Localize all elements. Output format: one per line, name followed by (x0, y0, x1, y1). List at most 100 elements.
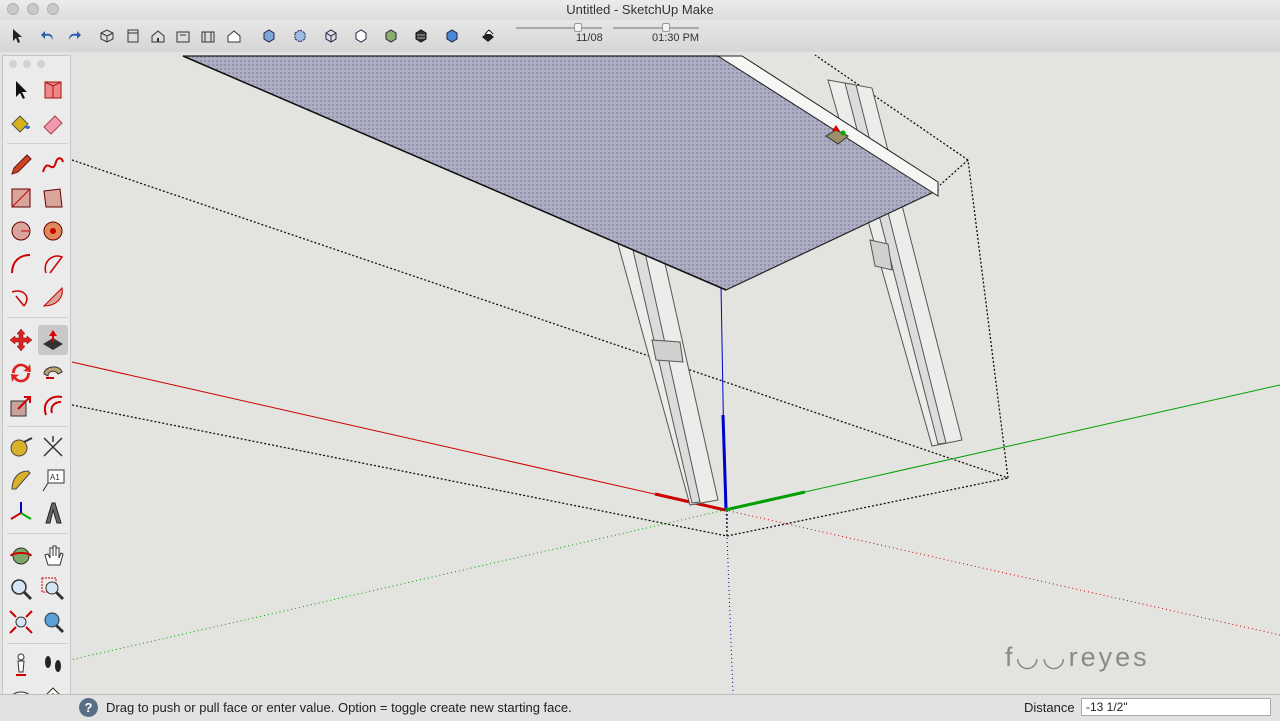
tape-measure-icon (10, 437, 33, 457)
zoom-window-tool-button[interactable] (38, 574, 68, 604)
scene-canvas[interactable] (0, 52, 1280, 694)
circle-tool-button[interactable] (6, 216, 36, 246)
time-slider-label: 01:30 PM (652, 32, 700, 44)
help-icon[interactable]: ? (79, 698, 98, 717)
footprints-icon (45, 656, 61, 672)
shaded-textures-button[interactable] (410, 25, 432, 47)
rotate-tool-button[interactable] (6, 358, 36, 388)
date-slider-track[interactable] (516, 27, 602, 29)
palette-minimize-dot[interactable] (23, 60, 31, 68)
text-tool-button[interactable]: A1 (38, 465, 68, 495)
eraser-tool-icon (43, 115, 63, 135)
time-slider-track[interactable] (613, 27, 699, 29)
monochrome-button[interactable] (441, 25, 463, 47)
three-point-arc-tool-button[interactable] (6, 282, 36, 312)
move-tool-button[interactable] (6, 325, 36, 355)
3d-text-icon (45, 502, 62, 524)
make-component-tool-button[interactable] (38, 75, 68, 105)
title-bar: Untitled - SketchUp Make (0, 0, 1280, 20)
measurements-input[interactable] (1081, 698, 1271, 716)
back-edges-button[interactable] (289, 25, 311, 47)
left-view-button[interactable] (223, 25, 245, 47)
time-slider-knob[interactable] (662, 23, 671, 32)
two-point-arc-tool-button[interactable] (38, 249, 68, 279)
window-title: Untitled - SketchUp Make (566, 2, 714, 17)
orbit-icon (10, 547, 32, 565)
back-view-button[interactable] (197, 25, 219, 47)
shaded-textures-icon (415, 29, 427, 43)
eraser-tool-button[interactable] (38, 108, 68, 138)
protractor-icon (11, 470, 31, 490)
right-view-icon (176, 31, 190, 43)
polygon-tool-button[interactable] (38, 216, 68, 246)
previous-view-tool-button[interactable] (38, 607, 68, 637)
tape-measure-tool-button[interactable] (6, 432, 36, 462)
dimension-tool-button[interactable] (38, 432, 68, 462)
pencil-icon (11, 154, 32, 175)
arc-tool-button[interactable] (6, 249, 36, 279)
wireframe-button[interactable] (320, 25, 342, 47)
select-icon (13, 29, 22, 43)
back-view-icon (201, 31, 215, 43)
front-view-button[interactable] (147, 25, 169, 47)
left-view-icon (227, 30, 241, 43)
zoom-icon (11, 579, 33, 601)
push-pull-tool-button[interactable] (38, 325, 68, 355)
freehand-icon (42, 157, 64, 173)
shaded-button[interactable] (380, 25, 402, 47)
redo-button[interactable] (63, 25, 85, 47)
rectangle-tool-button[interactable] (6, 183, 36, 213)
rotated-rectangle-tool-button[interactable] (38, 183, 68, 213)
iso-view-button[interactable] (96, 25, 118, 47)
make-component-tool-icon (44, 81, 62, 99)
front-view-icon (151, 30, 165, 43)
undo-icon (41, 31, 53, 40)
axes-icon (10, 502, 32, 520)
rotate-icon (11, 363, 32, 383)
select-tool-button[interactable] (6, 75, 36, 105)
follow-me-icon (43, 366, 63, 379)
orbit-tool-button[interactable] (6, 541, 36, 571)
pan-tool-button[interactable] (38, 541, 68, 571)
text-icon: A1 (42, 469, 65, 492)
wireframe-icon (325, 29, 337, 43)
select-button[interactable] (6, 25, 28, 47)
pencil-line-tool-button[interactable] (6, 150, 36, 180)
3d-text-tool-button[interactable] (38, 498, 68, 528)
watermark-logo: f◡◡reyes (1005, 642, 1150, 672)
status-message: Drag to push or pull face or enter value… (106, 700, 572, 715)
main-toolbar: 11/08 01:30 PM (0, 20, 1280, 53)
scale-tool-button[interactable] (6, 391, 36, 421)
top-view-button[interactable] (122, 25, 144, 47)
hidden-line-button[interactable] (350, 25, 372, 47)
right-view-button[interactable] (172, 25, 194, 47)
axes-tool-button[interactable] (6, 498, 36, 528)
position-camera-tool-button[interactable] (6, 650, 36, 680)
follow-me-tool-button[interactable] (38, 358, 68, 388)
xray-button[interactable] (258, 25, 280, 47)
paint-bucket-tool-button[interactable] (6, 108, 36, 138)
circle-icon (11, 221, 31, 241)
shadows-button[interactable] (477, 25, 499, 47)
scale-icon (10, 396, 31, 417)
three-point-arc-icon (11, 290, 28, 307)
zoom-tool-button[interactable] (6, 574, 36, 604)
palette-separator (7, 426, 68, 427)
model-viewport[interactable] (0, 52, 1280, 694)
offset-tool-button[interactable] (38, 391, 68, 421)
undo-button[interactable] (37, 25, 59, 47)
pie-tool-button[interactable] (38, 282, 68, 312)
walk-tool-button[interactable] (38, 650, 68, 680)
tool-palette: A1 (2, 55, 71, 716)
palette-close-dot[interactable] (9, 60, 17, 68)
palette-separator (7, 317, 68, 318)
freehand-tool-button[interactable] (38, 150, 68, 180)
palette-separator (7, 143, 68, 144)
zoom-extents-tool-button[interactable] (6, 607, 36, 637)
pie-icon (42, 286, 63, 307)
date-slider-knob[interactable] (573, 23, 582, 32)
redo-icon (69, 31, 81, 40)
protractor-tool-button[interactable] (6, 465, 36, 495)
offset-icon (44, 395, 63, 416)
palette-zoom-dot[interactable] (37, 60, 45, 68)
